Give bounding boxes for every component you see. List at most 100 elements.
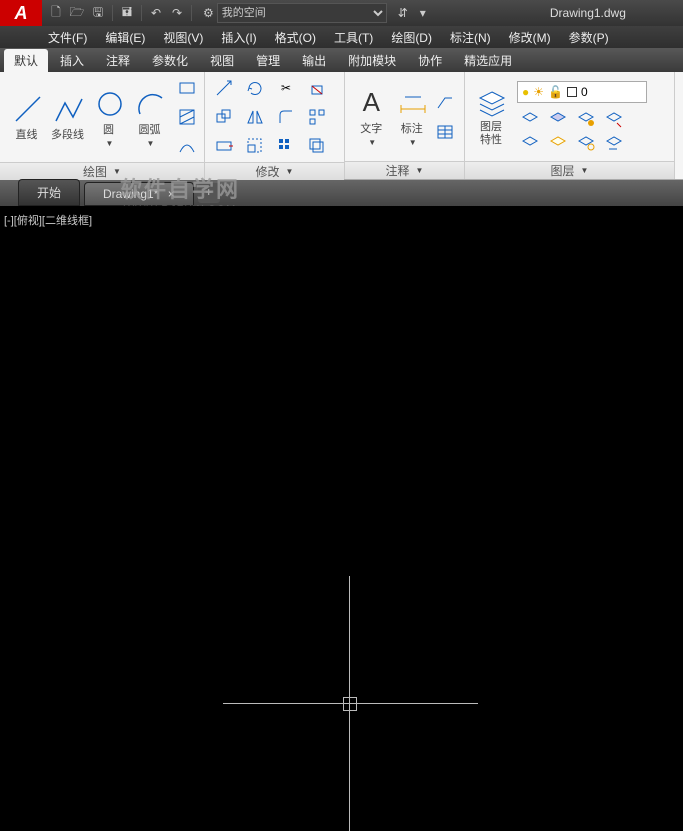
title-bar: A 🗋 🗁 🖫 🖬 ↶ ↷ ⚙ 我的空间 ⇵ ▾ Drawing1.dwg bbox=[0, 0, 683, 26]
chevron-down-icon: ▼ bbox=[368, 138, 376, 147]
saveas-icon[interactable]: 🖬 bbox=[117, 3, 137, 23]
layer-unlock-icon[interactable] bbox=[573, 131, 599, 157]
menu-format[interactable]: 格式(O) bbox=[275, 29, 316, 46]
save-icon[interactable]: 🖫 bbox=[88, 3, 108, 23]
leader-icon[interactable] bbox=[432, 89, 458, 115]
share-icon[interactable]: ⇵ bbox=[393, 3, 413, 23]
doctab-start[interactable]: 开始 bbox=[18, 179, 80, 206]
menu-tools[interactable]: 工具(T) bbox=[334, 29, 373, 46]
doctab-add[interactable]: + bbox=[198, 183, 220, 203]
doctab-drawing[interactable]: Drawing1* × bbox=[84, 182, 194, 206]
dropdown-icon[interactable]: ▾ bbox=[413, 3, 433, 23]
ribbon-content: 直线 多段线 圆▼ 圆弧▼ bbox=[0, 72, 683, 180]
ribbon-tabs: 默认 插入 注释 参数化 视图 管理 输出 附加模块 协作 精选应用 bbox=[0, 48, 683, 72]
move-icon[interactable] bbox=[211, 75, 237, 101]
arc-icon bbox=[134, 87, 166, 119]
layer-thaw-icon[interactable] bbox=[545, 131, 571, 157]
workspace-select[interactable]: 我的空间 bbox=[217, 3, 387, 23]
sun-icon: ☀ bbox=[533, 85, 544, 99]
drawing-viewport[interactable]: [-][俯视][二维线框] bbox=[0, 206, 683, 612]
undo-icon[interactable]: ↶ bbox=[146, 3, 166, 23]
panel-layer: 图层 特性 ● ☀ 🔓 0 bbox=[465, 72, 675, 179]
chevron-down-icon: ▼ bbox=[409, 138, 417, 147]
stretch-icon[interactable] bbox=[211, 133, 237, 159]
mirror-icon[interactable] bbox=[242, 104, 268, 130]
panel-annotate: A 文字▼ 标注▼ 注释▼ bbox=[345, 72, 465, 179]
layer-dropdown[interactable]: ● ☀ 🔓 0 bbox=[517, 81, 647, 103]
open-icon[interactable]: 🗁 bbox=[67, 3, 87, 23]
panel-title-modify[interactable]: 修改▼ bbox=[205, 162, 344, 180]
layer-iso-icon[interactable] bbox=[517, 131, 543, 157]
chevron-down-icon: ▼ bbox=[286, 167, 294, 176]
layer-off-icon[interactable] bbox=[517, 107, 543, 133]
layer-prev-icon[interactable] bbox=[601, 131, 627, 157]
panel-title-draw[interactable]: 绘图▼ bbox=[0, 162, 204, 180]
scale-icon[interactable] bbox=[242, 133, 268, 159]
menu-insert[interactable]: 插入(I) bbox=[221, 29, 256, 46]
circle-icon bbox=[93, 87, 125, 119]
offset-icon[interactable] bbox=[304, 133, 330, 159]
layer-freeze-icon[interactable] bbox=[545, 107, 571, 133]
menu-edit[interactable]: 编辑(E) bbox=[105, 29, 145, 46]
tab-collab[interactable]: 协作 bbox=[408, 49, 452, 72]
menu-dimension[interactable]: 标注(N) bbox=[450, 29, 491, 46]
chevron-down-icon: ▼ bbox=[581, 166, 589, 175]
quick-access-toolbar: 🗋 🗁 🖫 🖬 ↶ ↷ bbox=[46, 3, 195, 23]
explode-icon[interactable] bbox=[304, 104, 330, 130]
line-icon bbox=[11, 92, 43, 124]
tab-view[interactable]: 视图 bbox=[200, 49, 244, 72]
menu-draw[interactable]: 绘图(D) bbox=[391, 29, 432, 46]
rotate-icon[interactable] bbox=[242, 75, 268, 101]
gear-icon: ⚙ bbox=[203, 6, 214, 20]
tab-default[interactable]: 默认 bbox=[4, 49, 48, 72]
tab-featured[interactable]: 精选应用 bbox=[454, 49, 522, 72]
color-swatch bbox=[567, 87, 577, 97]
close-icon[interactable]: × bbox=[168, 187, 175, 201]
rectangle-icon[interactable] bbox=[174, 75, 200, 101]
layer-lock-icon[interactable] bbox=[573, 107, 599, 133]
layer-match-icon[interactable] bbox=[601, 107, 627, 133]
trim-icon[interactable]: ✂ bbox=[273, 75, 299, 101]
tab-manage[interactable]: 管理 bbox=[246, 49, 290, 72]
app-logo[interactable]: A bbox=[0, 0, 42, 26]
dimension-button[interactable]: 标注▼ bbox=[392, 86, 433, 147]
circle-button[interactable]: 圆▼ bbox=[88, 87, 129, 148]
chevron-down-icon: ▼ bbox=[106, 139, 114, 148]
fillet-icon[interactable] bbox=[273, 104, 299, 130]
arc-button[interactable]: 圆弧▼ bbox=[129, 87, 170, 148]
tab-parametric[interactable]: 参数化 bbox=[142, 49, 198, 72]
redo-icon[interactable]: ↷ bbox=[167, 3, 187, 23]
workspace-switcher: ⚙ 我的空间 bbox=[203, 3, 387, 23]
line-button[interactable]: 直线 bbox=[6, 92, 47, 142]
table-icon[interactable] bbox=[432, 119, 458, 145]
menu-view[interactable]: 视图(V) bbox=[163, 29, 203, 46]
tab-addins[interactable]: 附加模块 bbox=[338, 49, 406, 72]
erase-icon[interactable] bbox=[304, 75, 330, 101]
panel-title-layer[interactable]: 图层▼ bbox=[465, 161, 674, 179]
ribbon: 默认 插入 注释 参数化 视图 管理 输出 附加模块 协作 精选应用 直线 多段… bbox=[0, 48, 683, 180]
viewport-label[interactable]: [-][俯视][二维线框] bbox=[0, 206, 683, 234]
menu-bar: 文件(F) 编辑(E) 视图(V) 插入(I) 格式(O) 工具(T) 绘图(D… bbox=[0, 26, 683, 48]
polyline-icon bbox=[52, 92, 84, 124]
document-tabs: 开始 Drawing1* × + bbox=[0, 180, 683, 206]
polyline-button[interactable]: 多段线 bbox=[47, 92, 88, 142]
array-icon[interactable] bbox=[273, 133, 299, 159]
tab-annotate[interactable]: 注释 bbox=[96, 49, 140, 72]
tab-output[interactable]: 输出 bbox=[292, 49, 336, 72]
menu-modify[interactable]: 修改(M) bbox=[509, 29, 551, 46]
tab-insert[interactable]: 插入 bbox=[50, 49, 94, 72]
layer-properties-button[interactable]: 图层 特性 bbox=[471, 87, 511, 145]
panel-draw: 直线 多段线 圆▼ 圆弧▼ bbox=[0, 72, 205, 179]
menu-param[interactable]: 参数(P) bbox=[569, 29, 609, 46]
text-icon: A bbox=[355, 86, 387, 118]
hatch-icon[interactable] bbox=[174, 104, 200, 130]
new-icon[interactable]: 🗋 bbox=[46, 3, 66, 23]
pickbox bbox=[343, 697, 357, 711]
lock-icon: 🔓 bbox=[548, 85, 563, 99]
menu-file[interactable]: 文件(F) bbox=[48, 29, 87, 46]
panel-title-annotate[interactable]: 注释▼ bbox=[345, 161, 464, 179]
spline-icon[interactable] bbox=[174, 133, 200, 159]
document-title: Drawing1.dwg bbox=[493, 6, 683, 20]
copy-icon[interactable] bbox=[211, 104, 237, 130]
text-button[interactable]: A 文字▼ bbox=[351, 86, 392, 147]
